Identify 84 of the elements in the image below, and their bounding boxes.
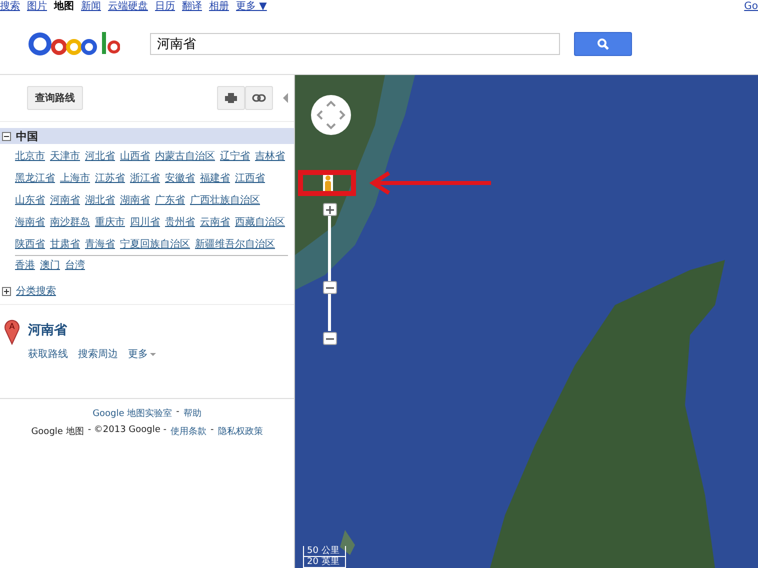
nav-link[interactable]: 更多 ▼ — [236, 0, 267, 14]
link-button[interactable] — [245, 86, 273, 110]
footer-link[interactable]: 隐私权政策 — [218, 425, 263, 438]
province-link[interactable]: 上海市 — [60, 170, 90, 187]
province-link[interactable]: 黑龙江省 — [15, 170, 55, 187]
zoom-slider-handle[interactable] — [323, 281, 337, 294]
province-link[interactable]: 南沙群岛 — [50, 214, 90, 231]
search-field[interactable]: 河南省 — [150, 33, 560, 55]
province-link[interactable]: 湖南省 — [120, 192, 150, 209]
print-button[interactable] — [217, 86, 245, 110]
province-link[interactable]: 山东省 — [15, 192, 45, 209]
nav-link[interactable]: 图片 — [27, 0, 47, 14]
plus-icon — [326, 206, 334, 214]
footer-text: - ©2013 Google - — [88, 425, 167, 437]
highlight-rectangle — [298, 170, 356, 196]
province-link[interactable]: 宁夏回族自治区 — [120, 236, 190, 253]
province-link[interactable]: 山西省 — [120, 148, 150, 165]
province-link[interactable]: 广西壮族自治区 — [190, 192, 260, 209]
province-link[interactable]: 湖北省 — [85, 192, 115, 209]
direction-arrows-icon — [316, 100, 346, 130]
province-link[interactable]: 辽宁省 — [220, 148, 250, 165]
nav-link[interactable]: 云端硬盘 — [108, 0, 148, 14]
region-link[interactable]: 澳门 — [40, 257, 60, 274]
minus-icon — [326, 338, 334, 340]
province-link[interactable]: 陕西省 — [15, 236, 45, 253]
province-link[interactable]: 江苏省 — [95, 170, 125, 187]
search-icon — [597, 38, 609, 50]
province-link[interactable]: 青海省 — [85, 236, 115, 253]
result-action-link[interactable]: 获取路线 — [28, 347, 68, 361]
province-link[interactable]: 河南省 — [50, 192, 80, 209]
province-link[interactable]: 福建省 — [200, 170, 230, 187]
province-link[interactable]: 河北省 — [85, 148, 115, 165]
nav-link[interactable]: 新闻 — [81, 0, 101, 14]
account-link[interactable]: Go — [744, 0, 758, 14]
province-link[interactable]: 甘肃省 — [50, 236, 80, 253]
region-title: 中国 — [16, 128, 38, 144]
region-header[interactable]: 中国 — [0, 128, 294, 144]
province-link[interactable]: 新疆维吾尔自治区 — [195, 236, 275, 253]
province-link[interactable]: 贵州省 — [165, 214, 195, 231]
footer-text: Google 地图 — [31, 426, 84, 438]
region-link[interactable]: 香港 — [15, 257, 35, 274]
province-link[interactable]: 西藏自治区 — [235, 214, 285, 231]
region-link[interactable]: 台湾 — [65, 257, 85, 274]
category-search-link[interactable]: 分类搜索 — [16, 284, 56, 298]
footer-link[interactable]: Google 地图实验室 — [92, 407, 172, 420]
footer-link[interactable]: 帮助 — [183, 407, 202, 420]
province-link[interactable]: 天津市 — [50, 148, 80, 165]
zoom-in-button[interactable] — [323, 203, 337, 216]
province-link[interactable]: 重庆市 — [95, 214, 125, 231]
expand-toggle-icon[interactable] — [2, 286, 11, 296]
nav-link[interactable]: 日历 — [155, 0, 175, 14]
province-link[interactable]: 海南省 — [15, 214, 45, 231]
collapse-toggle-icon[interactable] — [2, 132, 11, 140]
province-link[interactable]: 浙江省 — [130, 170, 160, 187]
scale-label: 50 公里 — [303, 546, 346, 557]
caret-icon — [150, 352, 156, 356]
province-link[interactable]: 云南省 — [200, 214, 230, 231]
zoom-out-button[interactable] — [323, 332, 337, 345]
province-link[interactable]: 内蒙古自治区 — [155, 148, 215, 165]
zoom-slider[interactable] — [323, 216, 337, 331]
map-pin-icon — [4, 319, 20, 345]
nav-link[interactable]: 翻译 — [182, 0, 202, 14]
pin-letter: A — [8, 322, 16, 331]
collapse-arrow-icon[interactable] — [283, 93, 288, 103]
province-link[interactable]: 四川省 — [130, 214, 160, 231]
province-link[interactable]: 江西省 — [235, 170, 265, 187]
search-button[interactable] — [574, 32, 632, 56]
province-link[interactable]: 广东省 — [155, 192, 185, 209]
result-action-link[interactable]: 搜索周边 — [78, 347, 118, 361]
province-link[interactable]: 安徽省 — [165, 170, 195, 187]
footer-text: - — [210, 425, 214, 437]
nav-link[interactable]: 地图 — [54, 0, 74, 14]
nav-link[interactable]: 相册 — [209, 0, 229, 14]
link-icon — [252, 94, 266, 102]
result-title[interactable]: 河南省 — [28, 321, 67, 339]
footer-link[interactable]: 使用条款 — [170, 425, 207, 438]
province-link[interactable]: 吉林省 — [255, 148, 285, 165]
minus-icon — [326, 286, 334, 289]
scale-label: 20 英里 — [303, 557, 346, 568]
nav-link[interactable]: 搜索 — [0, 0, 20, 14]
province-link[interactable]: 北京市 — [15, 148, 45, 165]
result-action-link[interactable]: 更多 — [128, 347, 156, 361]
footer-text: - — [176, 407, 180, 419]
directions-button[interactable]: 查询路线 — [27, 86, 83, 110]
